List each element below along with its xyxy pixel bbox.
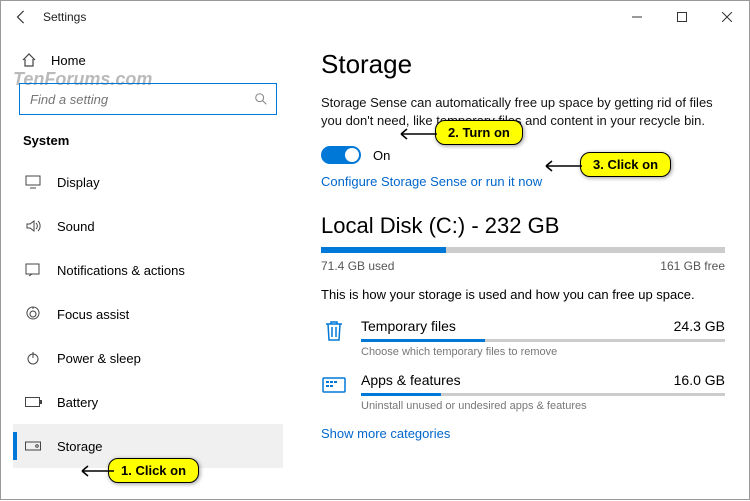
category-sub: Uninstall unused or undesired apps & fea… [361,400,725,412]
category-name: Apps & features [361,372,461,388]
callout-3-text: 3. Click on [580,152,671,177]
sidebar-item-power-sleep[interactable]: Power & sleep [13,336,283,380]
storage-icon [25,440,41,452]
trash-icon [321,318,347,344]
search-input[interactable] [28,91,254,108]
sidebar: TenForums.com Home System Display Sound … [1,33,291,501]
show-more-categories-link[interactable]: Show more categories [321,426,725,441]
sidebar-item-focus-assist[interactable]: Focus assist [13,292,283,336]
content-area: Storage Storage Sense can automatically … [291,33,749,501]
callout-2: 2. Turn on [435,120,523,145]
local-disk-heading: Local Disk (C:) - 232 GB [321,213,725,239]
disk-free-label: 161 GB free [660,259,725,273]
storage-sense-toggle[interactable] [321,146,361,164]
callout-1: 1. Click on [108,458,199,483]
category-temporary-files[interactable]: Temporary files 24.3 GB Choose which temp… [321,318,725,358]
category-apps-features[interactable]: Apps & features 16.0 GB Uninstall unused … [321,372,725,412]
search-box[interactable] [19,83,277,115]
sidebar-item-label: Storage [57,439,103,454]
category-sub: Choose which temporary files to remove [361,346,725,358]
minimize-button[interactable] [614,1,659,33]
sidebar-item-label: Power & sleep [57,351,141,366]
disk-used-label: 71.4 GB used [321,259,394,273]
home-label: Home [51,53,86,68]
disk-usage-bar [321,247,725,253]
back-button[interactable] [9,5,33,29]
title-bar: Settings [1,1,749,33]
sidebar-item-label: Battery [57,395,98,410]
category-name: Temporary files [361,318,456,334]
apps-icon [321,372,347,398]
sidebar-item-sound[interactable]: Sound [13,204,283,248]
callout-3: 3. Click on [580,152,671,177]
usage-explain: This is how your storage is used and how… [321,287,725,302]
search-icon [254,92,268,106]
display-icon [25,175,41,189]
sidebar-item-label: Sound [57,219,95,234]
maximize-button[interactable] [659,1,704,33]
sidebar-item-display[interactable]: Display [13,160,283,204]
window-title: Settings [43,10,86,24]
focus-assist-icon [25,306,41,322]
home-icon [21,52,37,68]
storage-sense-description: Storage Sense can automatically free up … [321,94,725,130]
home-nav[interactable]: Home [13,41,283,79]
sidebar-item-label: Focus assist [57,307,129,322]
close-button[interactable] [704,1,749,33]
notifications-icon [25,263,41,277]
sound-icon [25,219,41,233]
category-size: 24.3 GB [674,318,725,334]
sidebar-item-label: Notifications & actions [57,263,185,278]
section-label: System [13,125,283,160]
sidebar-item-notifications[interactable]: Notifications & actions [13,248,283,292]
power-icon [25,350,41,366]
page-title: Storage [321,49,725,80]
battery-icon [25,397,41,407]
callout-1-text: 1. Click on [108,458,199,483]
category-size: 16.0 GB [674,372,725,388]
sidebar-item-label: Display [57,175,100,190]
callout-2-text: 2. Turn on [435,120,523,145]
toggle-label: On [373,148,390,163]
sidebar-item-battery[interactable]: Battery [13,380,283,424]
